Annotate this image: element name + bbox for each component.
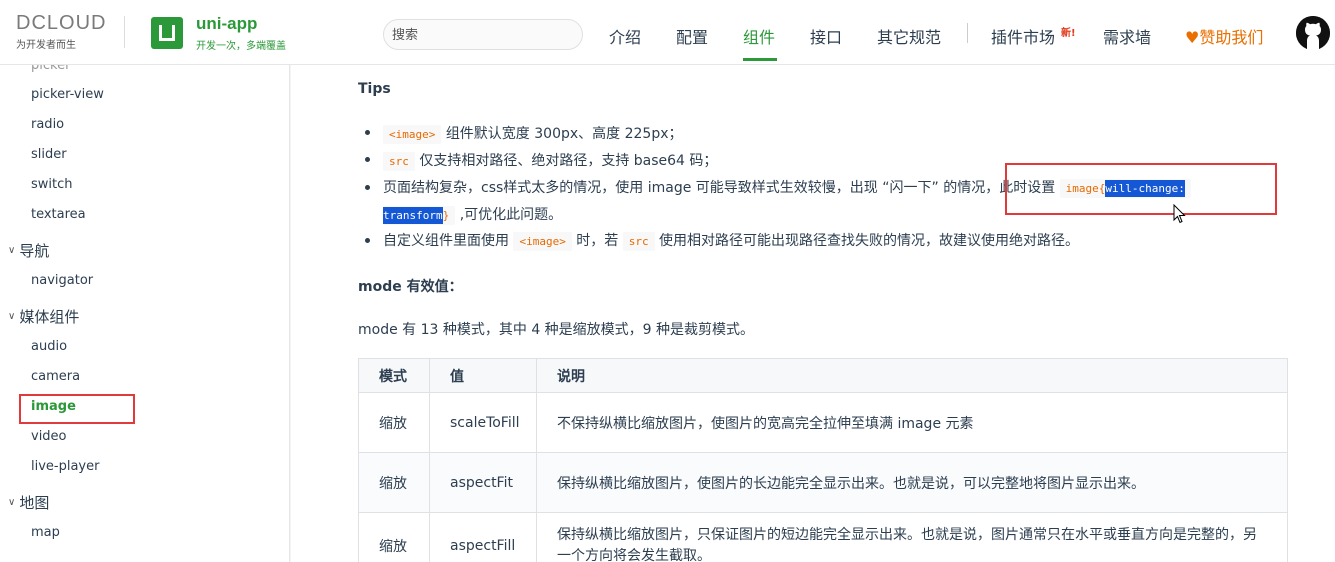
mode-table: 模式 值 说明 缩放 scaleToFill 不保持纵横比缩放图片，使图片的宽高…: [358, 358, 1288, 562]
nav-config[interactable]: 配置: [676, 24, 708, 48]
nav-requirement-wall[interactable]: 需求墙: [1103, 24, 1151, 48]
uniapp-subtitle: 开发一次，多端覆盖: [196, 41, 286, 52]
dcloud-logo-text: DCLOUD: [16, 12, 107, 34]
tip-3-continued: transform} ,可优化此问题。: [383, 204, 563, 225]
sidebar: picker picker-view radio slider switch t…: [0, 65, 290, 562]
sidebar-item-picker[interactable]: picker: [31, 65, 70, 73]
table-header-cell: 说明: [557, 368, 585, 385]
sidebar-item-video[interactable]: video: [31, 429, 67, 444]
code-src: src: [622, 232, 655, 251]
sidebar-group-navigation[interactable]: ∨ 导航: [8, 240, 49, 261]
nav-other-specs[interactable]: 其它规范: [877, 24, 941, 48]
sidebar-group-media[interactable]: ∨ 媒体组件: [8, 306, 79, 327]
code-close: }: [442, 209, 450, 222]
highlight-annotation-box: [1005, 163, 1277, 215]
table-row: 缩放 aspectFill 保持纵横比缩放图片，只保证图片的短边能完全显示出来。…: [359, 512, 1287, 562]
sidebar-group-label: 导航: [19, 242, 50, 260]
nav-active-underline: [743, 58, 777, 61]
sidebar-item-audio[interactable]: audio: [31, 339, 67, 354]
chevron-down-icon: ∨: [8, 497, 16, 508]
tips-heading: Tips: [358, 81, 391, 97]
sidebar-item-map[interactable]: map: [31, 525, 60, 540]
table-cell-mode: 缩放: [359, 453, 430, 512]
sidebar-group-label: 地图: [19, 494, 50, 512]
dcloud-tagline: 为开发者而生: [16, 40, 76, 51]
table-cell-desc: 保持纵横比缩放图片，只保证图片的短边能完全显示出来。也就是说，图片通常只在水平或…: [557, 526, 1257, 562]
table-cell-desc: 保持纵横比缩放图片，使图片的长边能完全显示出来。也就是说，可以完整地将图片显示出…: [557, 475, 1145, 492]
bullet: [365, 185, 370, 190]
tip-1: <image> 组件默认宽度 300px、高度 225px；: [383, 123, 683, 144]
table-row: 缩放 aspectFit 保持纵横比缩放图片，使图片的长边能完全显示出来。也就是…: [359, 452, 1287, 512]
sidebar-group-label: 媒体组件: [19, 308, 80, 326]
nav-api[interactable]: 接口: [810, 24, 842, 48]
chevron-down-icon: ∨: [8, 245, 16, 256]
table-cell-value: aspectFill: [430, 513, 537, 562]
nav-separator: [967, 23, 968, 43]
sidebar-item-camera[interactable]: camera: [31, 369, 80, 384]
code-transform: transform}: [383, 206, 456, 225]
tip-3-text-after: ,可优化此问题。: [459, 207, 563, 223]
sidebar-item-picker-view[interactable]: picker-view: [31, 87, 104, 102]
selected-text: transform: [383, 207, 443, 224]
code-image-tag: <image>: [513, 232, 572, 251]
table-header-cell: 模式: [359, 359, 430, 392]
sponsor-link[interactable]: ♥赞助我们: [1185, 24, 1263, 48]
tip-2: src 仅支持相对路径、绝对路径，支持 base64 码；: [383, 150, 718, 171]
sidebar-item-slider[interactable]: slider: [31, 147, 67, 162]
tip-4-text-a: 自定义组件里面使用: [383, 233, 509, 249]
table-cell-mode: 缩放: [359, 513, 430, 562]
table-cell-mode: 缩放: [359, 393, 430, 452]
uniapp-title[interactable]: uni-app: [196, 14, 257, 34]
heart-icon: ♥: [1185, 28, 1200, 47]
table-header-row: 模式 值 说明: [359, 359, 1287, 392]
sidebar-item-navigator[interactable]: navigator: [31, 273, 93, 288]
tip-3-text: 页面结构复杂，css样式太多的情况，使用 image 可能导致样式生效较慢，出现…: [383, 180, 1056, 196]
mode-heading-code: mode: [358, 279, 402, 295]
tip-4-text-c: 使用相对路径可能出现路径查找失败的情况，故建议使用绝对路径。: [659, 233, 1080, 249]
tip-1-text: 组件默认宽度 300px、高度 225px；: [445, 126, 683, 142]
sidebar-item-switch[interactable]: switch: [31, 177, 73, 192]
mode-description: mode 有 13 种模式，其中 4 种是缩放模式，9 种是裁剪模式。: [358, 322, 755, 338]
new-badge: 新!: [1061, 28, 1076, 39]
uniapp-logo-icon[interactable]: [151, 17, 183, 49]
mode-heading: mode 有效值：: [358, 276, 463, 296]
chevron-down-icon: ∨: [8, 311, 16, 322]
nav-plugin-market[interactable]: 插件市场: [991, 24, 1055, 48]
dcloud-logo[interactable]: DCLOUD 为开发者而生: [16, 12, 126, 52]
table-row: 缩放 scaleToFill 不保持纵横比缩放图片，使图片的宽高完全拉伸至填满 …: [359, 392, 1287, 452]
highlight-annotation-box: [19, 394, 135, 424]
nav-intro[interactable]: 介绍: [609, 24, 641, 48]
mode-heading-text: 有效值：: [406, 279, 463, 295]
table-cell-value: scaleToFill: [430, 393, 537, 452]
sidebar-item-textarea[interactable]: textarea: [31, 207, 86, 222]
tip-4-text-b: 时，若: [576, 233, 619, 249]
sidebar-item-live-player[interactable]: live-player: [31, 459, 99, 474]
main-content: Tips <image> 组件默认宽度 300px、高度 225px； src …: [291, 65, 1335, 562]
tip-2-text: 仅支持相对路径、绝对路径，支持 base64 码；: [419, 153, 718, 169]
sidebar-item-radio[interactable]: radio: [31, 117, 64, 132]
logo-divider: [124, 16, 125, 48]
table-header-cell: 值: [430, 359, 537, 392]
mouse-cursor-icon: [1173, 204, 1186, 224]
table-cell-value: aspectFit: [430, 453, 537, 512]
nav-components[interactable]: 组件: [743, 24, 775, 48]
github-icon[interactable]: [1296, 16, 1330, 50]
sidebar-group-map[interactable]: ∨ 地图: [8, 492, 49, 513]
bullet: [365, 238, 370, 243]
search-input[interactable]: [383, 19, 583, 50]
sponsor-label: 赞助我们: [1199, 28, 1264, 47]
bullet: [365, 130, 370, 135]
code-src: src: [383, 152, 415, 171]
code-image-tag: <image>: [383, 125, 442, 144]
top-header: DCLOUD 为开发者而生 uni-app 开发一次，多端覆盖 介绍 配置 组件…: [0, 0, 1335, 65]
tip-4: 自定义组件里面使用 <image> 时，若 src 使用相对路径可能出现路径查找…: [383, 230, 1080, 251]
table-cell-desc: 不保持纵横比缩放图片，使图片的宽高完全拉伸至填满 image 元素: [557, 415, 974, 432]
bullet: [365, 157, 370, 162]
